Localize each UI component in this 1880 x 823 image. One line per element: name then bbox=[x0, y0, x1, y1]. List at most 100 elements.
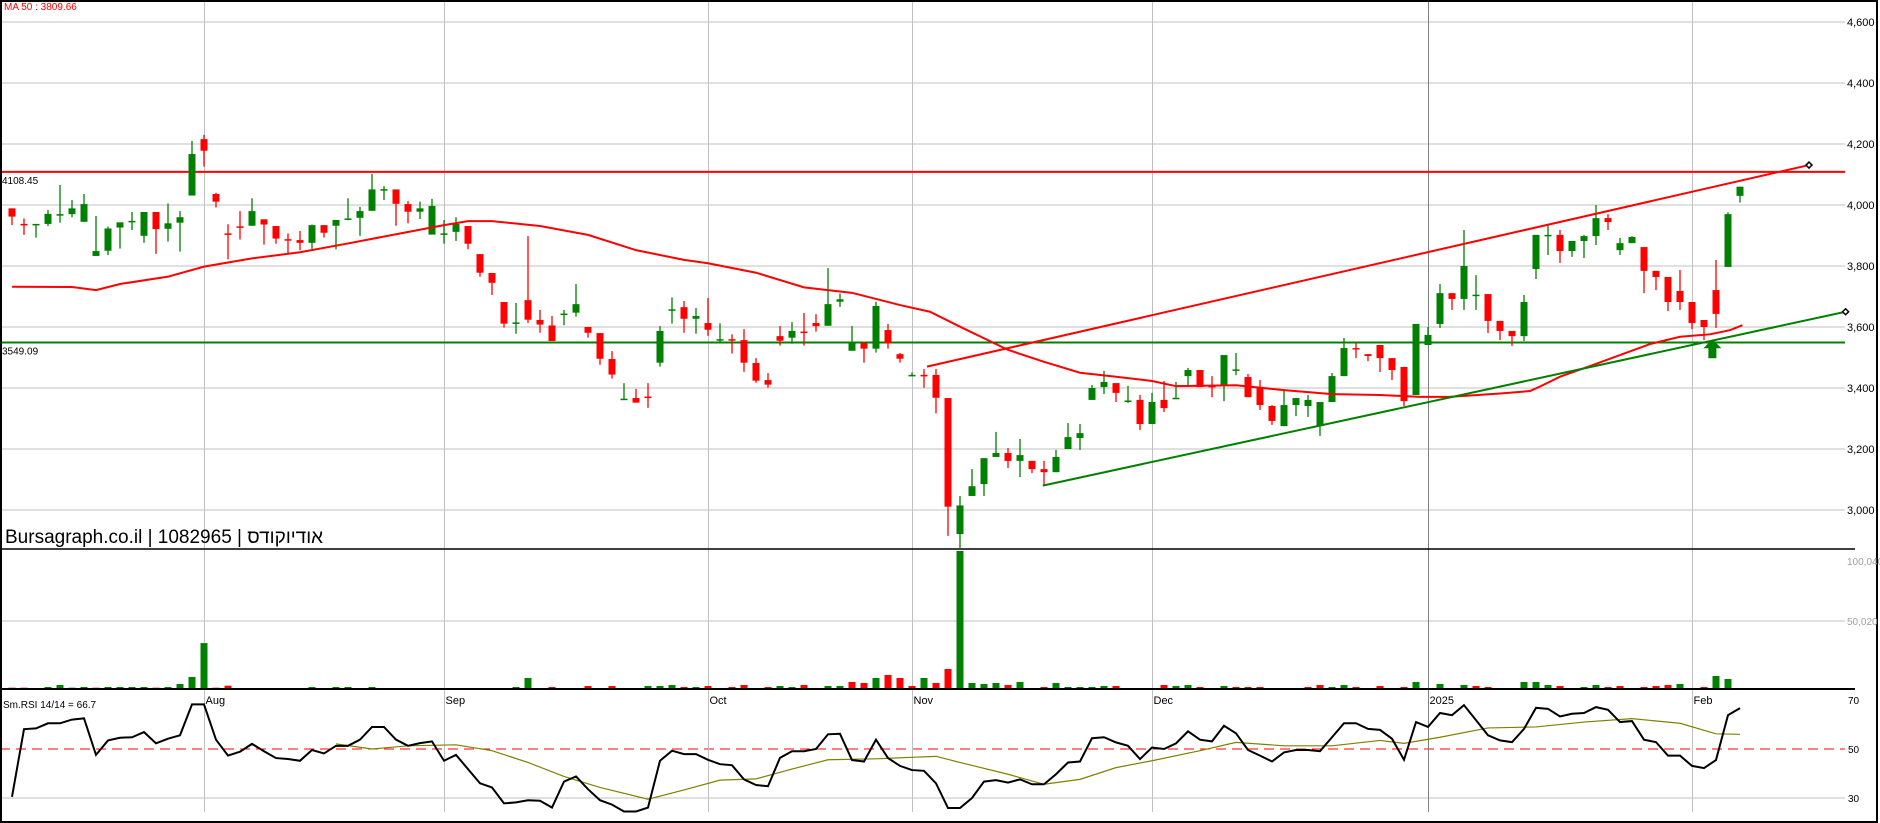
candle-body bbox=[680, 307, 688, 319]
candle-body bbox=[476, 254, 484, 273]
candle-body bbox=[1412, 323, 1420, 396]
candle bbox=[80, 194, 88, 222]
candle bbox=[1544, 225, 1552, 256]
candle bbox=[1676, 269, 1684, 310]
candle-body bbox=[836, 299, 844, 302]
candle-body bbox=[1124, 400, 1132, 403]
candle bbox=[1424, 327, 1432, 345]
volume-bar bbox=[1016, 681, 1024, 689]
candle bbox=[1508, 330, 1516, 346]
candle-body bbox=[668, 309, 676, 311]
candle-body bbox=[1484, 294, 1492, 321]
month-label: Nov bbox=[914, 695, 934, 707]
candle-body bbox=[1520, 301, 1528, 337]
volume-bar bbox=[524, 678, 532, 689]
candle bbox=[1700, 319, 1708, 341]
stock-chart: 4108.45 3549.09 3,000 3,200 3,400 3,600 3,800… bbox=[0, 0, 1880, 823]
candle-body bbox=[956, 505, 964, 535]
candle-body bbox=[1220, 355, 1228, 386]
month-label: Feb bbox=[1694, 695, 1713, 707]
candle-body bbox=[1304, 399, 1312, 406]
candle-body bbox=[1016, 455, 1024, 461]
rsi-line bbox=[11, 703, 1741, 813]
rsi-label: Sm.RSI 14/14 = 66.7 bbox=[3, 700, 97, 711]
candle bbox=[8, 208, 16, 226]
volume-bar bbox=[872, 678, 880, 689]
candle bbox=[860, 342, 868, 363]
candle-body bbox=[1544, 234, 1552, 237]
candle bbox=[368, 173, 376, 211]
volume-bar bbox=[956, 551, 964, 689]
candle-body bbox=[1028, 460, 1036, 470]
candle-body bbox=[80, 204, 88, 222]
candle-body bbox=[1532, 234, 1540, 270]
candle bbox=[452, 217, 460, 241]
candle-body bbox=[728, 339, 736, 341]
level-label: 3549.09 bbox=[2, 347, 39, 358]
rsi-tick-label: 70 bbox=[1848, 696, 1860, 707]
candle-body bbox=[1292, 398, 1300, 406]
candle-body bbox=[656, 330, 664, 363]
candle bbox=[1448, 293, 1456, 310]
candle bbox=[1340, 337, 1348, 377]
candle bbox=[140, 212, 148, 243]
candle-body bbox=[992, 452, 1000, 457]
candle bbox=[200, 134, 208, 167]
candle-body bbox=[752, 362, 760, 381]
candle-body bbox=[356, 211, 364, 218]
chart-frame bbox=[0, 0, 1878, 823]
candle-body bbox=[812, 323, 820, 327]
candle bbox=[596, 333, 604, 365]
candle bbox=[932, 369, 940, 414]
candle bbox=[1664, 276, 1672, 312]
candle bbox=[584, 327, 592, 338]
candle-body bbox=[620, 398, 628, 401]
candle-body bbox=[92, 251, 100, 256]
candle-body bbox=[1664, 276, 1672, 302]
candle bbox=[656, 326, 664, 367]
candle bbox=[644, 383, 652, 408]
candle-body bbox=[536, 319, 544, 325]
support-trendline bbox=[1042, 310, 1846, 487]
candle bbox=[272, 226, 280, 244]
candle bbox=[1388, 358, 1396, 381]
candle-body bbox=[896, 354, 904, 359]
candle bbox=[536, 309, 544, 333]
candle bbox=[1652, 270, 1660, 291]
candle-body bbox=[488, 273, 496, 283]
candle bbox=[524, 236, 532, 324]
volume-bar bbox=[944, 669, 952, 689]
candle-body bbox=[1040, 469, 1048, 473]
candle-body bbox=[68, 208, 76, 215]
watermark: Bursagraph.co.il | 1082965 | אודיוקודס bbox=[5, 527, 323, 548]
candle-body bbox=[416, 208, 424, 212]
price-tick-label: 3,800 bbox=[1847, 261, 1875, 273]
candle bbox=[1472, 275, 1480, 310]
candle bbox=[1196, 370, 1204, 388]
candle-body bbox=[116, 222, 124, 228]
candle bbox=[1136, 395, 1144, 431]
candle bbox=[980, 458, 988, 496]
candle bbox=[488, 273, 496, 295]
candle-body bbox=[128, 220, 136, 223]
candle-body bbox=[1460, 266, 1468, 299]
candle-body bbox=[44, 213, 52, 224]
candle-body bbox=[236, 226, 244, 228]
candle-body bbox=[1676, 291, 1684, 302]
candle-body bbox=[176, 217, 184, 223]
candle-body bbox=[1712, 290, 1720, 314]
candle bbox=[260, 219, 268, 245]
candle bbox=[1724, 212, 1732, 267]
candle-body bbox=[1172, 397, 1180, 400]
candle-body bbox=[1148, 402, 1156, 424]
candle-body bbox=[704, 323, 712, 330]
candle-body bbox=[1280, 405, 1288, 427]
rsi-tick-label: 30 bbox=[1848, 794, 1860, 805]
candle bbox=[632, 388, 640, 403]
candle-body bbox=[1232, 369, 1240, 371]
rsi-series bbox=[11, 703, 1741, 813]
candle-body bbox=[140, 212, 148, 236]
candlestick-series bbox=[8, 134, 1744, 548]
volume-bar bbox=[848, 681, 856, 689]
grid-lines bbox=[0, 0, 1845, 812]
